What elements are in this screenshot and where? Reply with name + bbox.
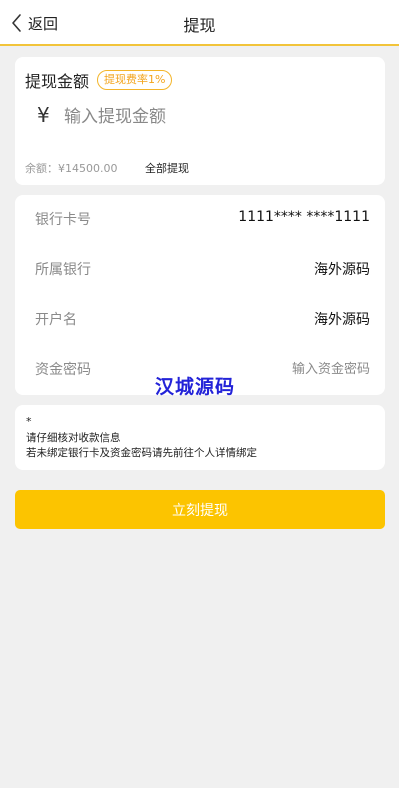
note-line-verify: 请仔细核对收款信息 xyxy=(26,432,121,444)
currency-symbol: ¥ xyxy=(37,103,50,127)
balance-text: 余额：¥14500.00 xyxy=(25,162,118,175)
note-line-bind: 若未绑定银行卡及资金密码请先前往个人详情绑定 xyxy=(26,447,257,459)
bank-info-card: 银行卡号 1111**** ****1111 所属银行 海外源码 开户名 海外源… xyxy=(15,195,385,395)
withdraw-page: 返回 提现 提现金额 提现费率1% ¥ 余额：¥14500.00 全部提现 银行… xyxy=(0,0,399,788)
amount-card: 提现金额 提现费率1% ¥ 余额：¥14500.00 全部提现 xyxy=(15,57,385,185)
account-holder-label: 开户名 xyxy=(35,312,77,328)
watermark-text: 汉城源码 xyxy=(155,376,236,398)
amount-input[interactable] xyxy=(64,104,364,130)
header-bar: 返回 提现 xyxy=(0,0,399,46)
bank-card-number-label: 银行卡号 xyxy=(35,212,91,228)
amount-label: 提现金额 xyxy=(25,72,90,91)
withdraw-now-button[interactable]: 立刻提现 xyxy=(15,490,385,529)
bank-name-label: 所属银行 xyxy=(35,262,91,278)
bank-name-row: 所属银行 海外源码 xyxy=(15,245,385,295)
bank-card-number-row: 银行卡号 1111**** ****1111 xyxy=(15,195,385,245)
note-asterisk: * xyxy=(26,415,32,428)
account-holder-row: 开户名 海外源码 xyxy=(15,295,385,345)
amount-header: 提现金额 提现费率1% xyxy=(25,68,173,92)
fund-password-label: 资金密码 xyxy=(35,362,91,378)
fee-rate-badge: 提现费率1% xyxy=(97,70,173,90)
bank-name-value: 海外源码 xyxy=(314,262,370,278)
withdraw-all-button[interactable]: 全部提现 xyxy=(145,160,189,176)
bank-card-number-value: 1111**** ****1111 xyxy=(238,209,370,225)
account-holder-value: 海外源码 xyxy=(314,312,370,328)
notes-card: * 请仔细核对收款信息 若未绑定银行卡及资金密码请先前往个人详情绑定 xyxy=(15,405,385,470)
page-title: 提现 xyxy=(183,16,216,35)
